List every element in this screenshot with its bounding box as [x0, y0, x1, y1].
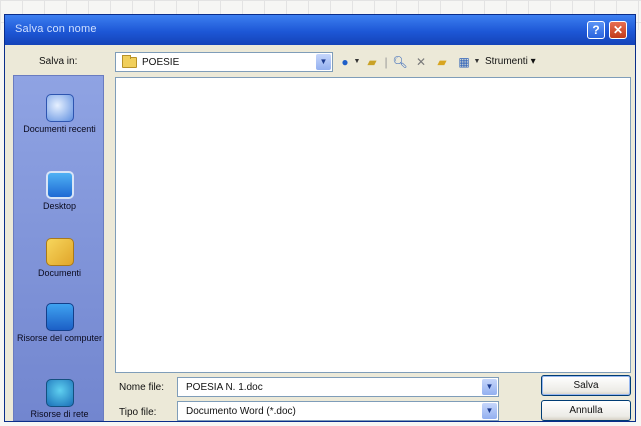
close-button[interactable]: ✕: [609, 21, 627, 39]
save-in-label: Salva in:: [39, 56, 78, 67]
cancel-button[interactable]: Annulla: [541, 400, 631, 421]
views-dropdown-icon[interactable]: ▼: [473, 52, 481, 72]
place-label: Risorse del computer: [16, 333, 103, 343]
place-recent-documents[interactable]: Documenti recenti: [14, 94, 105, 134]
search-web-icon[interactable]: 🔍︎: [391, 52, 409, 72]
place-desktop[interactable]: Desktop: [14, 171, 105, 211]
toolbar-separator: |: [384, 55, 388, 69]
chevron-down-icon[interactable]: ▼: [482, 379, 497, 395]
filename-label: Nome file:: [119, 382, 165, 393]
place-my-computer[interactable]: Risorse del computer: [14, 303, 105, 343]
title-bar[interactable]: Salva con nome ? ✕: [5, 15, 635, 45]
save-as-dialog: Salva con nome ? ✕ Salva in: POESIE ▼ ● …: [4, 14, 636, 422]
save-button[interactable]: Salva: [541, 375, 631, 396]
tools-menu-label: Strumenti: [485, 56, 528, 67]
window-title: Salva con nome: [15, 23, 97, 35]
place-network[interactable]: Risorse di rete: [14, 379, 105, 419]
place-label: Risorse di rete: [30, 409, 89, 419]
network-places-icon: [45, 379, 74, 407]
delete-icon[interactable]: ✕: [413, 52, 429, 72]
views-icon[interactable]: ▦: [455, 52, 473, 72]
back-dropdown-icon[interactable]: ▼: [353, 52, 361, 72]
chevron-down-icon[interactable]: ▼: [482, 403, 497, 419]
place-label: Desktop: [42, 201, 77, 211]
file-list[interactable]: [115, 77, 631, 373]
folder-icon: [122, 55, 137, 68]
tools-menu[interactable]: Strumenti ▾: [485, 52, 545, 72]
places-bar: Documenti recenti Desktop Documenti Riso…: [13, 75, 104, 421]
desktop-icon: [45, 171, 74, 199]
back-icon[interactable]: ●: [337, 52, 353, 72]
new-folder-icon[interactable]: ▰: [433, 52, 451, 72]
save-in-value: POESIE: [142, 57, 180, 68]
filetype-dropdown[interactable]: Documento Word (*.doc) ▼: [177, 401, 499, 421]
filetype-value: Documento Word (*.doc): [186, 406, 296, 417]
my-computer-icon: [45, 303, 74, 331]
filename-input[interactable]: POESIA N. 1.doc ▼: [177, 377, 499, 397]
place-label: Documenti recenti: [23, 124, 96, 134]
chevron-down-icon[interactable]: ▼: [316, 54, 331, 70]
recent-documents-icon: [45, 94, 74, 122]
my-documents-icon: [45, 238, 74, 266]
filename-value: POESIA N. 1.doc: [186, 382, 263, 393]
place-label: Documenti: [37, 268, 82, 278]
place-my-documents[interactable]: Documenti: [14, 238, 105, 278]
up-folder-icon[interactable]: ▰: [363, 52, 381, 72]
help-button[interactable]: ?: [587, 21, 605, 39]
save-in-dropdown[interactable]: POESIE ▼: [115, 52, 333, 72]
filetype-label: Tipo file:: [119, 407, 157, 418]
